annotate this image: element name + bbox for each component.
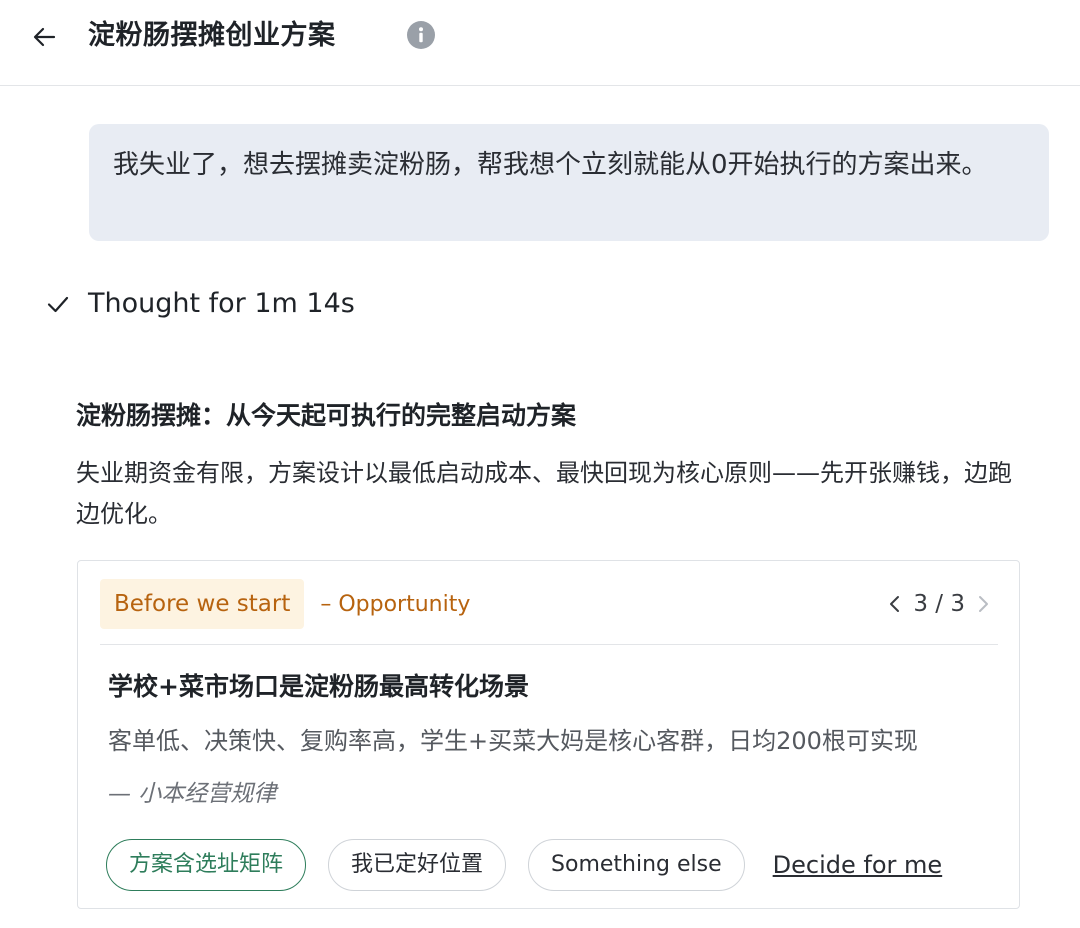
card-pager: 3 / 3 (885, 587, 993, 621)
page-indicator: 3 / 3 (913, 591, 965, 617)
top-bar: 淀粉肠摆摊创业方案 (0, 0, 1080, 86)
response-heading: 淀粉肠摆摊：从今天起可执行的完整启动方案 (76, 401, 577, 430)
thought-toggle[interactable]: Thought for 1m 14s (44, 284, 355, 324)
chevron-right-icon[interactable] (973, 594, 993, 614)
card-divider (100, 644, 998, 645)
chevron-left-icon[interactable] (885, 594, 905, 614)
info-icon (407, 21, 435, 49)
card-tag: Before we start (100, 579, 305, 629)
info-button[interactable] (406, 20, 436, 50)
option-location-set-button[interactable]: 我已定好位置 (328, 839, 507, 891)
card-source: — 小本经营规律 (108, 781, 277, 807)
thought-label: Thought for 1m 14s (88, 288, 355, 319)
decision-card: Before we start – Opportunity 3 / 3 学校+菜… (77, 560, 1020, 909)
card-header: Before we start – Opportunity (100, 579, 470, 629)
option-group: 方案含选址矩阵 我已定好位置 Something else Decide for… (106, 839, 942, 891)
back-button[interactable] (28, 20, 62, 54)
page-title: 淀粉肠摆摊创业方案 (88, 20, 336, 51)
arrow-left-icon (33, 27, 56, 47)
card-body: 客单低、决策快、复购率高，学生+买菜大妈是核心客群，日均200根可实现 (108, 727, 918, 755)
card-subtag: – Opportunity (320, 591, 471, 617)
decide-for-me-link[interactable]: Decide for me (773, 839, 943, 891)
option-something-else-button[interactable]: Something else (528, 839, 745, 891)
card-title: 学校+菜市场口是淀粉肠最高转化场景 (108, 672, 529, 701)
response-paragraph: 失业期资金有限，方案设计以最低启动成本、最快回现为核心原则——先开张赚钱，边跑边… (76, 459, 1012, 528)
option-site-matrix-button[interactable]: 方案含选址矩阵 (106, 839, 307, 891)
user-message-bubble: 我失业了，想去摆摊卖淀粉肠，帮我想个立刻就能从0开始执行的方案出来。 (89, 124, 1049, 241)
check-icon (47, 296, 69, 313)
